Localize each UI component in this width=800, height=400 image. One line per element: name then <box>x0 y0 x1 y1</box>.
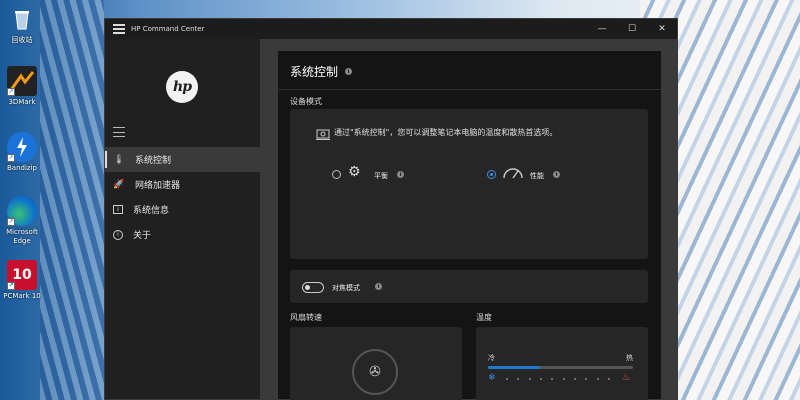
desktop-icon-label: PCMark 10 <box>3 292 41 300</box>
maximize-button[interactable]: ☐ <box>617 19 647 39</box>
balanced-radio[interactable] <box>332 170 341 179</box>
temperature-bar <box>488 366 633 369</box>
gears-icon: ⚙ <box>348 164 361 180</box>
wallpaper-left <box>40 0 104 400</box>
fan-icon: ✇ <box>352 349 398 395</box>
sidebar-item-about[interactable]: i 关于 <box>105 222 260 247</box>
laptop-fan-icon <box>316 129 330 140</box>
info-box-icon: i <box>113 205 123 214</box>
sidebar-nav: 🌡 系统控制 🚀 网络加速器 i 系统信息 i 关于 <box>105 147 260 247</box>
desktop-icon-edge[interactable]: ↗ Microsoft Edge <box>2 196 42 246</box>
device-mode-description: 通过"系统控制"，您可以调整笔记本电脑的温度和散热首选项。 <box>334 128 558 137</box>
hot-label: 热 <box>626 354 633 362</box>
pcmark-icon: 10 ↗ <box>7 260 37 290</box>
minimize-button[interactable]: — <box>587 19 617 39</box>
snowflake-icon: ❄ <box>488 373 496 383</box>
temperature-label: 温度 <box>476 313 492 322</box>
sidebar-item-label: 关于 <box>133 231 152 241</box>
edge-icon: ↗ <box>7 196 37 226</box>
sidebar-item-label: 网络加速器 <box>135 181 181 191</box>
3dmark-icon: ↗ <box>7 66 37 96</box>
title-bar[interactable]: HP Command Center — ☐ ✕ <box>105 19 677 39</box>
info-icon[interactable]: i <box>553 171 560 178</box>
desktop-icon-label: 回收站 <box>11 36 33 44</box>
desktop-icon-3dmark[interactable]: ↗ 3DMark <box>2 66 42 107</box>
hp-logo: hp <box>166 71 198 103</box>
desktop-icon-label: Microsoft Edge <box>6 228 38 245</box>
focus-mode-card: 对焦模式 i <box>290 270 648 303</box>
temperature-card: 冷 热 ❄ ♨ <box>476 327 648 400</box>
temperature-fill <box>488 366 541 369</box>
fan-speed-card: ✇ <box>290 327 462 400</box>
page-title: 系统控制 i <box>290 63 353 80</box>
cold-label: 冷 <box>488 354 495 362</box>
recycle-bin-icon <box>7 4 37 34</box>
sidebar-item-network-booster[interactable]: 🚀 网络加速器 <box>105 172 260 197</box>
rocket-icon: 🚀 <box>113 179 125 190</box>
hamburger-menu-icon[interactable] <box>113 127 125 137</box>
window-title: HP Command Center <box>131 25 205 33</box>
device-mode-label: 设备模式 <box>290 97 322 106</box>
app-icon <box>113 24 125 34</box>
app-window: HP Command Center — ☐ ✕ hp 🌡 系统控制 🚀 网络加速… <box>104 18 678 400</box>
close-button[interactable]: ✕ <box>647 19 677 39</box>
system-control-panel: 系统控制 i 设备模式 通过"系统控制"，您可以调整笔记本电脑的温度和散热首选项… <box>278 51 661 400</box>
divider <box>278 89 661 90</box>
info-icon[interactable]: i <box>345 68 353 75</box>
performance-label: 性能 <box>530 172 544 180</box>
fan-speed-label: 风扇转速 <box>290 313 322 322</box>
desktop-icon-recycle-bin[interactable]: 回收站 <box>2 4 42 45</box>
speedometer-icon <box>503 168 523 179</box>
temperature-dots <box>506 378 610 380</box>
heat-icon: ♨ <box>622 373 631 383</box>
desktop-icon-bandizip[interactable]: ↗ Bandizip <box>2 132 42 173</box>
desktop-icon-pcmark[interactable]: 10 ↗ PCMark 10 <box>2 260 42 301</box>
balanced-label: 平衡 <box>374 172 388 180</box>
performance-radio[interactable] <box>487 170 496 179</box>
bandizip-icon: ↗ <box>7 132 37 162</box>
device-mode-card: 通过"系统控制"，您可以调整笔记本电脑的温度和散热首选项。 ⚙ 平衡 i 性能 … <box>290 109 648 259</box>
sidebar-item-label: 系统控制 <box>135 156 172 166</box>
sidebar: hp 🌡 系统控制 🚀 网络加速器 i 系统信息 i 关于 <box>105 39 260 399</box>
thermometer-icon: 🌡 <box>113 154 125 165</box>
sidebar-item-label: 系统信息 <box>133 206 170 216</box>
focus-mode-label: 对焦模式 <box>332 284 360 292</box>
desktop-icon-label: 3DMark <box>8 98 36 106</box>
sidebar-item-system-control[interactable]: 🌡 系统控制 <box>105 147 260 172</box>
main-content: 系统控制 i 设备模式 通过"系统控制"，您可以调整笔记本电脑的温度和散热首选项… <box>260 39 677 400</box>
desktop-icon-label: Bandizip <box>7 164 37 172</box>
focus-mode-toggle[interactable] <box>302 282 324 293</box>
sidebar-item-system-info[interactable]: i 系统信息 <box>105 197 260 222</box>
info-icon[interactable]: i <box>375 283 382 290</box>
info-circle-icon: i <box>113 229 123 240</box>
info-icon[interactable]: i <box>397 171 404 178</box>
